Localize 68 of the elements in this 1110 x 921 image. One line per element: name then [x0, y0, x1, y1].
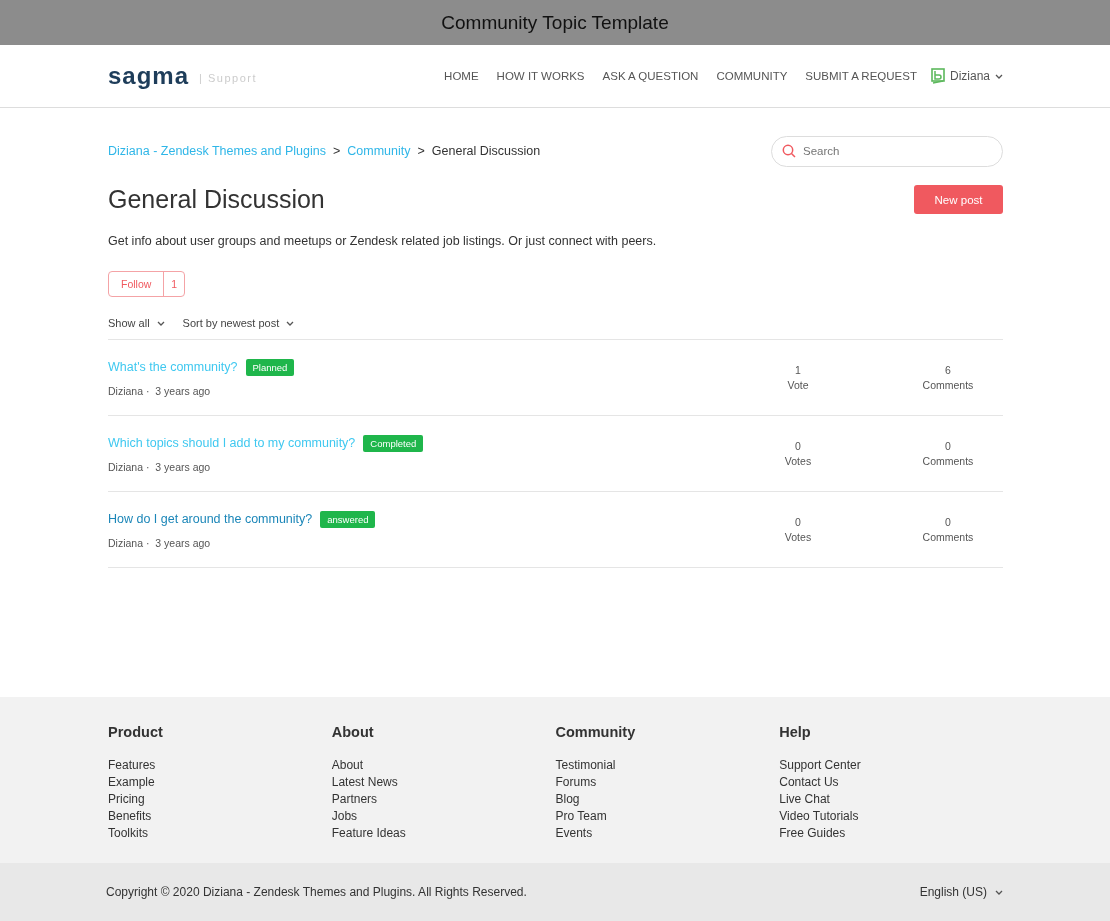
post-title-link[interactable]: How do I get around the community?: [108, 512, 313, 526]
breadcrumb-text: >: [417, 144, 425, 158]
footer-link[interactable]: Toolkits: [108, 825, 148, 842]
vote-label: Vote: [786, 379, 810, 391]
footer-heading: Community: [555, 724, 637, 740]
follow-button[interactable]: Follow 1: [108, 271, 186, 297]
footer-link[interactable]: Benefits: [108, 808, 152, 825]
chevron-down-icon: [995, 73, 1003, 79]
status-badge: answered: [320, 510, 376, 528]
comment-label: Comments: [921, 531, 975, 543]
post-meta: Diziana · 3 years ago: [108, 460, 212, 473]
footer-link[interactable]: Features: [108, 757, 156, 774]
nav-link[interactable]: HOW IT WORKS: [496, 70, 585, 82]
footer-link[interactable]: Pro Team: [555, 808, 607, 825]
filter-dropdown[interactable]: Show all: [108, 317, 165, 329]
footer-link[interactable]: Testimonial: [555, 757, 616, 774]
footer-link[interactable]: About: [331, 757, 364, 774]
footer-heading: Help: [779, 724, 812, 740]
comment-label: Comments: [921, 379, 975, 391]
status-badge: Completed: [363, 434, 424, 452]
nav-link[interactable]: HOME: [444, 70, 479, 82]
footer-link[interactable]: Contact Us: [779, 774, 839, 791]
comment-count: 6: [944, 364, 952, 376]
footer-link[interactable]: Forums: [555, 774, 597, 791]
breadcrumb-text: General Discussion: [431, 144, 541, 158]
post-meta: Diziana · 3 years ago: [108, 536, 212, 549]
window-title: Community Topic Template: [441, 11, 669, 34]
comment-count: 0: [944, 440, 952, 452]
comment-count: 0: [944, 516, 952, 528]
page-title: General Discussion: [108, 185, 325, 214]
copyright-text: Copyright © 2020 Diziana - Zendesk Themes and Plugins. All Rights Reserved.: [106, 885, 527, 899]
footer-heading: About: [331, 724, 375, 740]
footer-link[interactable]: Latest News: [331, 774, 398, 791]
vote-count: 0: [794, 516, 802, 528]
topic-description: Get info about user groups and meetups or Zendesk related job listings. Or just connect with peers.: [108, 234, 658, 248]
comment-label: Comments: [921, 455, 975, 467]
footer-link[interactable]: Partners: [331, 791, 378, 808]
footer-link[interactable]: Jobs: [331, 808, 358, 825]
vote-count: 1: [794, 364, 802, 376]
filter-dropdown[interactable]: Sort by newest post: [182, 317, 295, 329]
footer-heading: Product: [108, 724, 164, 740]
search-icon: [782, 143, 796, 158]
chevron-down-icon: [286, 320, 295, 326]
vote-label: Votes: [783, 531, 813, 543]
logo[interactable]: sagma: [108, 62, 190, 90]
breadcrumb-text: >: [332, 144, 341, 158]
chevron-down-icon: [156, 320, 165, 326]
language-selector[interactable]: English (US): [919, 885, 1003, 899]
footer-link[interactable]: Example: [108, 774, 155, 791]
avatar-icon: [930, 68, 945, 84]
footer-link[interactable]: Pricing: [108, 791, 145, 808]
footer-link[interactable]: Free Guides: [779, 825, 846, 842]
search-field[interactable]: Search: [771, 135, 1003, 167]
nav-link[interactable]: ASK A QUESTION: [602, 70, 699, 82]
post-meta: Diziana · 3 years ago: [108, 384, 212, 397]
vote-count: 0: [794, 440, 802, 452]
status-badge: Planned: [245, 358, 295, 376]
footer-link[interactable]: Events: [555, 825, 593, 842]
footer-link[interactable]: Live Chat: [779, 791, 830, 808]
footer-link[interactable]: Support Center: [779, 757, 861, 774]
nav-link[interactable]: COMMUNITY: [716, 70, 788, 82]
nav-link[interactable]: SUBMIT A REQUEST: [805, 70, 917, 82]
footer-link[interactable]: Video Tutorials: [779, 808, 859, 825]
footer-link[interactable]: Feature Ideas: [331, 825, 406, 842]
vote-label: Votes: [783, 455, 813, 467]
user-menu[interactable]: Diziana: [930, 68, 1003, 84]
footer-link[interactable]: Blog: [555, 791, 580, 808]
chevron-down-icon: [995, 889, 1003, 895]
